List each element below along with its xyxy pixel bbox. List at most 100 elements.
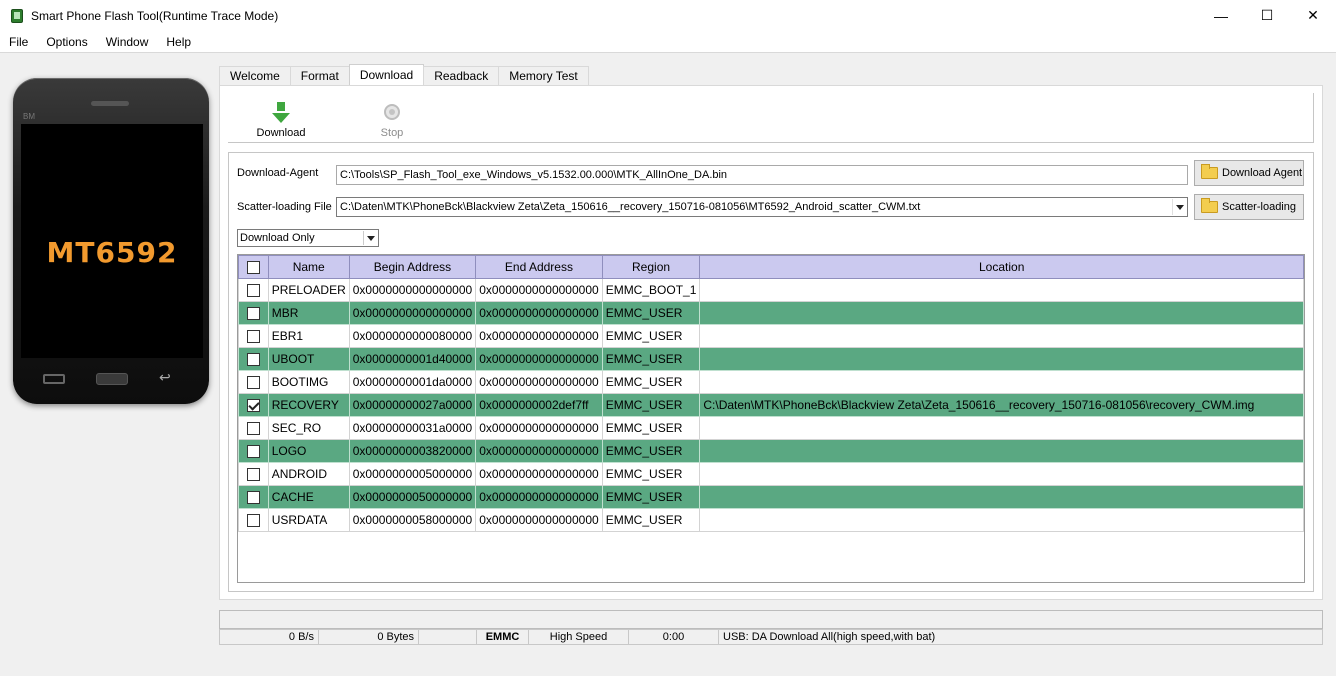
cell-partition-name: RECOVERY — [267, 393, 350, 417]
table-row[interactable]: USRDATA 0x0000000058000000 0x0000000000000… — [238, 508, 1304, 532]
minimize-button[interactable]: — — [1198, 0, 1244, 31]
table-row[interactable]: RECOVERY 0x00000000027a0000 0x0000000002de… — [238, 393, 1304, 417]
table-row[interactable]: CACHE 0x0000000050000000 0x000000000000000… — [238, 485, 1304, 509]
cell-partition-name: PRELOADER — [267, 278, 350, 302]
table-row[interactable]: PRELOADER 0x0000000000000000 0x00000000000… — [238, 278, 1304, 302]
row-checkbox-cell — [238, 370, 269, 394]
cell-partition-name: USRDATA — [267, 508, 350, 532]
row-checkbox-cell — [238, 439, 269, 463]
row-checkbox[interactable] — [246, 330, 260, 344]
cell-location — [699, 347, 1304, 371]
folder-icon — [1201, 164, 1218, 179]
row-checkbox[interactable] — [246, 514, 260, 528]
cell-partition-name: EBR1 — [267, 324, 350, 348]
row-checkbox-cell — [238, 393, 269, 417]
cell-end-address: 0x0000000000000000 — [475, 278, 603, 302]
tab-welcome[interactable]: Welcome — [219, 66, 291, 86]
column-header-region[interactable]: Region — [601, 255, 701, 279]
chip-model-label: MT6592 — [46, 236, 178, 269]
tab-format[interactable]: Format — [289, 66, 350, 86]
menu-window[interactable]: Window — [97, 31, 158, 53]
row-checkbox-cell — [238, 508, 269, 532]
menu-help[interactable]: Help — [157, 31, 200, 53]
column-header-location[interactable]: Location — [699, 255, 1304, 279]
storage-type: EMMC — [477, 629, 529, 645]
cell-region: EMMC_USER — [601, 462, 701, 486]
download-button[interactable]: Download — [246, 101, 316, 139]
tab-strip: Welcome Format Download Readback Memory … — [219, 64, 589, 86]
scatter-loading-button[interactable]: Scatter-loading — [1194, 194, 1304, 220]
cell-location — [699, 324, 1304, 348]
status-spacer — [419, 629, 477, 645]
cell-begin-address: 0x0000000001d40000 — [348, 347, 477, 371]
maximize-button[interactable]: ☐ — [1244, 0, 1290, 31]
cell-partition-name: UBOOT — [267, 347, 350, 371]
table-row[interactable]: EBR1 0x0000000000080000 0x0000000000000000… — [238, 324, 1304, 348]
table-row[interactable]: SEC_RO 0x00000000031a0000 0x00000000000000… — [238, 416, 1304, 440]
cell-region: EMMC_USER — [601, 439, 701, 463]
progress-bar — [219, 610, 1323, 629]
cell-location — [699, 370, 1304, 394]
cell-region: EMMC_USER — [601, 370, 701, 394]
phone-screen: MT6592 — [21, 124, 203, 358]
download-agent-label: Download-Agent — [237, 167, 319, 179]
scatter-file-combo[interactable]: C:\Daten\MTK\PhoneBck\Blackview Zeta\Zet… — [336, 197, 1188, 217]
back-key-icon: ↩ — [159, 369, 171, 385]
title-bar: Smart Phone Flash Tool(Runtime Trace Mod… — [0, 0, 1336, 31]
column-header-name[interactable]: Name — [267, 255, 350, 279]
elapsed-time: 0:00 — [629, 629, 719, 645]
column-header-begin-address[interactable]: Begin Address — [348, 255, 477, 279]
cell-end-address: 0x0000000000000000 — [475, 301, 603, 325]
cell-region: EMMC_USER — [601, 347, 701, 371]
transferred-bytes: 0 Bytes — [319, 629, 419, 645]
cell-begin-address: 0x0000000001da0000 — [348, 370, 477, 394]
select-all-header[interactable] — [238, 255, 269, 279]
menu-options[interactable]: Options — [37, 31, 96, 53]
tab-readback[interactable]: Readback — [423, 66, 500, 86]
cell-begin-address: 0x0000000000080000 — [348, 324, 477, 348]
row-checkbox[interactable] — [246, 353, 260, 367]
table-row[interactable]: ANDROID 0x0000000005000000 0x0000000000000… — [238, 462, 1304, 486]
column-header-end-address[interactable]: End Address — [475, 255, 603, 279]
home-key-icon — [96, 373, 128, 385]
table-row[interactable]: MBR 0x0000000000000000 0x0000000000000000 E… — [238, 301, 1304, 325]
row-checkbox[interactable] — [246, 422, 260, 436]
cell-end-address: 0x0000000000000000 — [475, 370, 603, 394]
menu-file[interactable]: File — [0, 31, 37, 53]
tab-download[interactable]: Download — [348, 64, 425, 86]
close-button[interactable]: ✕ — [1290, 0, 1336, 31]
row-checkbox[interactable] — [246, 445, 260, 459]
cell-end-address: 0x0000000000000000 — [475, 462, 603, 486]
table-row[interactable]: UBOOT 0x0000000001d40000 0x000000000000000… — [238, 347, 1304, 371]
row-checkbox[interactable] — [246, 284, 260, 298]
cell-partition-name: LOGO — [267, 439, 350, 463]
stop-button[interactable]: Stop — [357, 101, 427, 139]
cell-begin-address: 0x00000000031a0000 — [348, 416, 477, 440]
stop-button-label: Stop — [380, 127, 404, 139]
cell-begin-address: 0x0000000050000000 — [348, 485, 477, 509]
cell-location: C:\Daten\MTK\PhoneBck\Blackview Zeta\Zet… — [699, 393, 1304, 417]
scatter-loading-button-label: Scatter-loading — [1222, 201, 1296, 213]
table-row[interactable]: BOOTIMG 0x0000000001da0000 0x0000000000000… — [238, 370, 1304, 394]
download-mode-select[interactable]: Download Only — [237, 229, 379, 247]
download-panel: Download Stop Download-Agent C:\Tools\SP… — [219, 85, 1323, 600]
row-checkbox[interactable] — [246, 307, 260, 321]
row-checkbox[interactable] — [246, 399, 260, 413]
chevron-down-icon[interactable] — [363, 231, 377, 245]
status-bar: 0 B/s 0 Bytes EMMC High Speed 0:00 USB: … — [219, 629, 1323, 645]
phone-image: BM MT6592 ↩ — [13, 78, 209, 404]
download-mode-value: Download Only — [240, 232, 315, 244]
select-all-checkbox[interactable] — [246, 261, 260, 275]
row-checkbox[interactable] — [246, 468, 260, 482]
tab-memory-test[interactable]: Memory Test — [498, 66, 589, 86]
row-checkbox[interactable] — [246, 376, 260, 390]
download-agent-path-field[interactable]: C:\Tools\SP_Flash_Tool_exe_Windows_v5.15… — [336, 165, 1188, 185]
cell-region: EMMC_USER — [601, 301, 701, 325]
download-agent-button[interactable]: Download Agent — [1194, 160, 1304, 186]
table-row[interactable]: LOGO 0x0000000003820000 0x0000000000000000… — [238, 439, 1304, 463]
chevron-down-icon[interactable] — [1172, 199, 1186, 215]
row-checkbox-cell — [238, 462, 269, 486]
row-checkbox[interactable] — [246, 491, 260, 505]
cell-location — [699, 508, 1304, 532]
row-checkbox-cell — [238, 278, 269, 302]
